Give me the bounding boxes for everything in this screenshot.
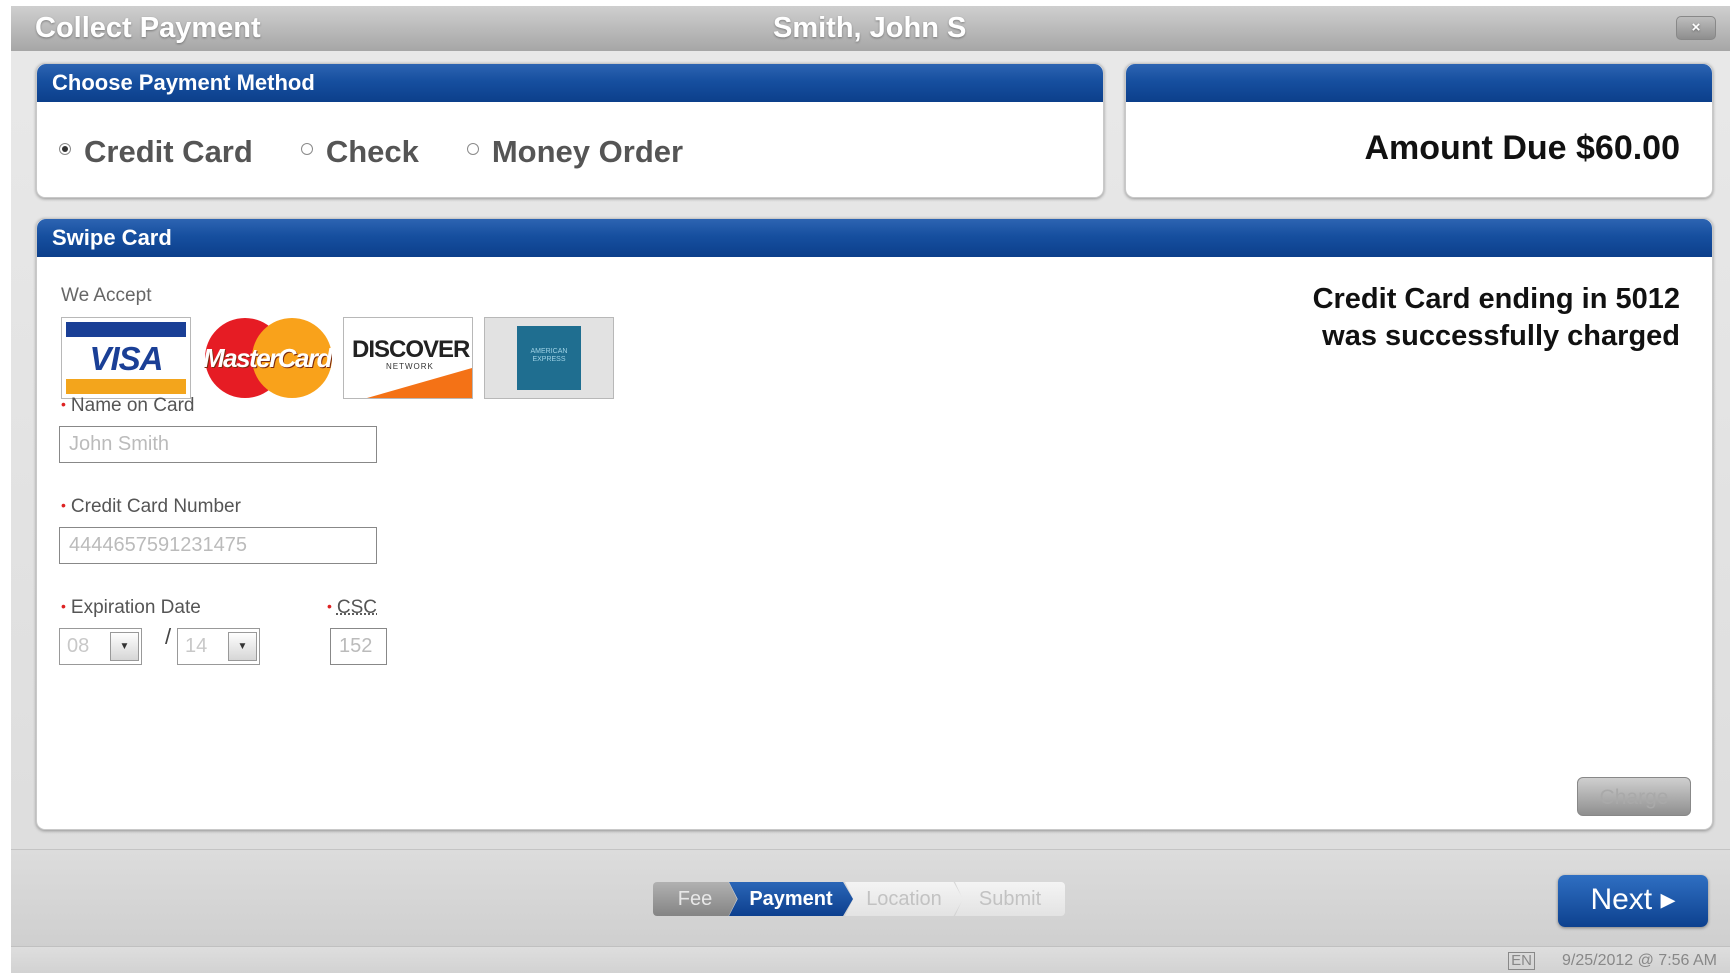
title-bar: Collect Payment Smith, John S × [11,6,1730,51]
exp-month-value: 08 [67,635,90,657]
required-marker: • [61,497,66,513]
required-marker: • [61,598,66,614]
visa-wordmark: VISA [89,340,163,377]
step-submit: Submit [955,882,1065,916]
charge-success-message: Credit Card ending in 5012 was successfu… [1260,281,1680,355]
payment-method-header: Choose Payment Method [37,64,1103,102]
mastercard-logo: MasterCard [202,317,332,399]
amount-due-header [1126,64,1712,102]
exp-month-select[interactable]: 08 ▼ [59,628,142,665]
chevron-down-icon[interactable]: ▼ [110,632,139,661]
discover-network-text: NETWORK [386,362,434,371]
step-fee[interactable]: Fee [653,882,737,916]
collect-payment-window: Collect Payment Smith, John S × Choose P… [11,6,1730,973]
option-check[interactable]: Check [300,134,419,170]
amex-logo: AMERICAN EXPRESS [484,317,614,399]
option-money-order[interactable]: Money Order [466,134,684,170]
payment-method-panel: Choose Payment Method Credit Card Check … [36,63,1104,198]
check-label: Check [325,134,419,169]
close-icon: × [1691,19,1701,36]
amex-wordmark: AMERICAN EXPRESS [530,348,568,363]
chevron-down-icon[interactable]: ▼ [228,632,257,661]
step-progress: Fee Payment Location Submit [653,882,1065,916]
language-badge[interactable]: EN [1508,952,1535,970]
patient-name: Smith, John S [773,12,967,44]
name-on-card-label: • Name on Card [61,395,195,416]
window-title: Collect Payment [35,12,261,44]
csc-label: • CSC [327,597,378,618]
exp-year-value: 14 [185,635,208,657]
credit-card-label: Credit Card [84,134,253,169]
footer-bar: Fee Payment Location Submit Next ▸ [11,849,1730,947]
payment-method-options: Credit Card Check Money Order [59,134,731,170]
expiration-separator: / [165,624,172,649]
status-bar: EN 9/25/2012 @ 7:56 AM [11,946,1730,973]
money-order-label: Money Order [491,134,684,169]
swipe-card-header: Swipe Card [37,219,1712,257]
datetime-stamp: 9/25/2012 @ 7:56 AM [1561,952,1717,969]
success-line-2: was successfully charged [1322,320,1680,352]
money-order-radio[interactable] [466,143,479,155]
close-button[interactable]: × [1676,16,1716,40]
expiration-date-label: • Expiration Date [61,597,201,618]
swipe-card-panel: Swipe Card We Accept VISA MasterCard DIS… [36,218,1713,830]
card-number-label: • Credit Card Number [61,496,241,517]
accepted-cards: VISA MasterCard DISCOVER NETWORK AMERICA… [61,317,625,399]
charge-button[interactable]: Charge [1577,777,1691,816]
next-button[interactable]: Next ▸ [1558,875,1708,927]
step-location: Location [845,882,963,916]
required-marker: • [327,598,332,614]
discover-logo: DISCOVER NETWORK [343,317,473,399]
amount-due-panel: Amount Due $60.00 [1125,63,1713,198]
discover-wordmark: DISCOVER [352,336,470,363]
csc-input[interactable]: 152 [330,628,387,665]
required-marker: • [61,396,66,412]
we-accept-label: We Accept [61,285,152,306]
credit-card-radio[interactable] [59,143,71,155]
amount-due-text: Amount Due $60.00 [1364,129,1680,167]
step-payment[interactable]: Payment [729,882,853,916]
visa-logo: VISA [61,317,191,399]
success-line-1: Credit Card ending in 5012 [1312,283,1680,315]
name-on-card-input[interactable]: John Smith [59,426,377,463]
option-credit-card[interactable]: Credit Card [59,134,253,170]
card-number-input[interactable]: 4444657591231475 [59,527,377,564]
check-radio[interactable] [300,143,313,155]
mastercard-wordmark: MasterCard [202,343,332,373]
exp-year-select[interactable]: 14 ▼ [177,628,260,665]
